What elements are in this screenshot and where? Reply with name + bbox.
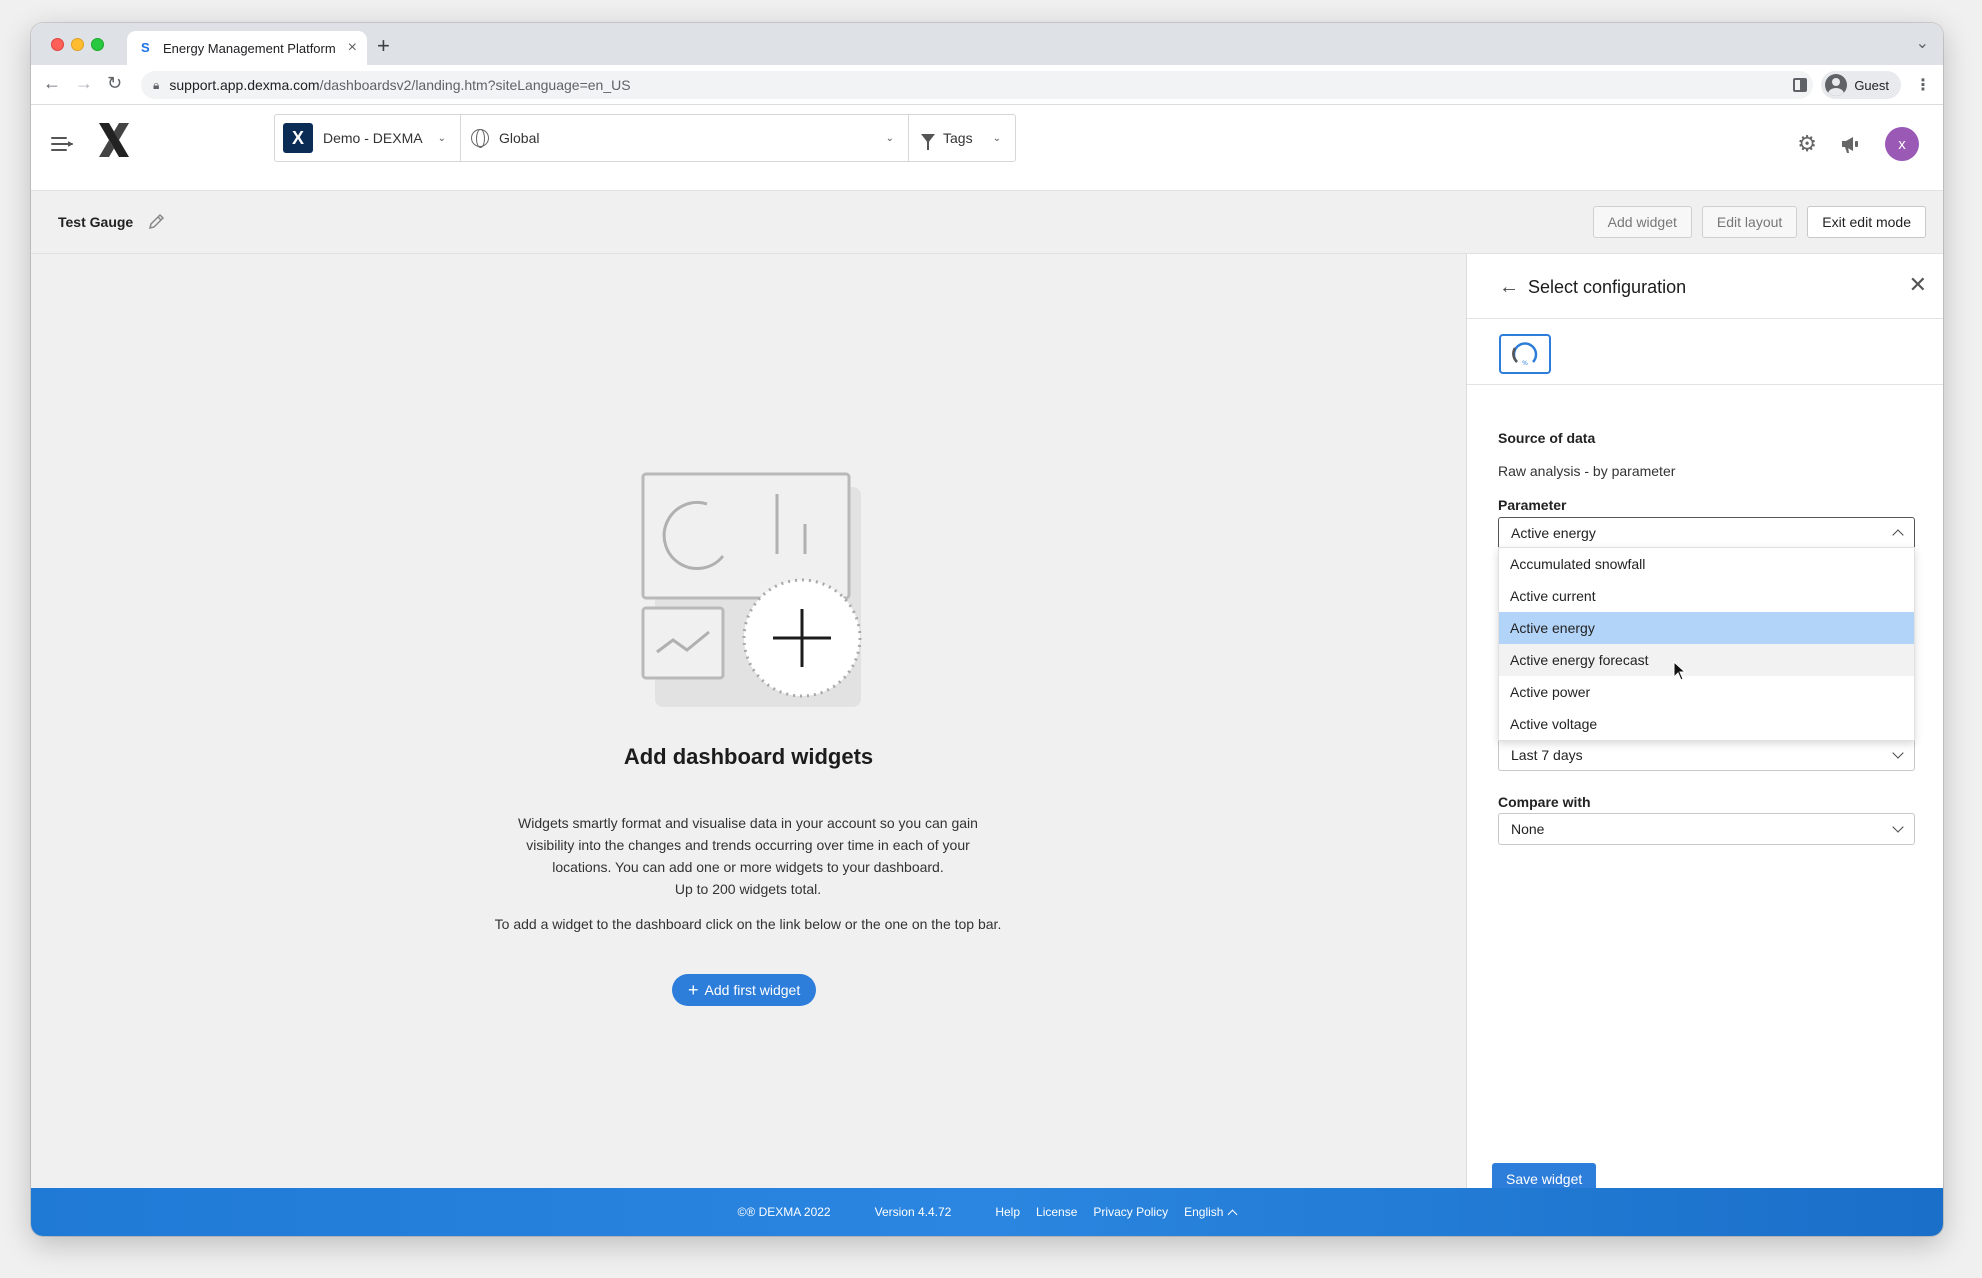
gauge-icon: % [1512,342,1538,367]
parameter-option-selected[interactable]: Active energy [1499,612,1914,644]
browser-toolbar: ← → ↻ 🔒︎ support.app.dexma.com/dashboard… [31,65,1943,105]
globe-icon [471,129,489,148]
chevron-down-icon: ⌄ [992,132,1001,144]
maximize-window-button[interactable] [91,38,104,51]
tags-filter[interactable]: Tags ⌄ [909,115,1015,161]
empty-state-instructions: To add a widget to the dashboard click o… [494,916,1002,932]
dashboard-toolbar: Test Gauge Add widget Edit layout Exit e… [31,191,1943,254]
browser-menu-icon[interactable]: ⋮ [1915,75,1931,95]
parameter-option[interactable]: Accumulated snowfall [1499,548,1914,580]
profile-button[interactable]: Guest [1821,71,1901,99]
parameter-label: Parameter [1498,497,1567,513]
add-widgets-illustration [641,472,862,707]
browser-tab[interactable]: S Energy Management Platform × [127,31,367,65]
chevron-down-icon: ⌄ [437,132,446,144]
privacy-policy-link[interactable]: Privacy Policy [1093,1205,1168,1219]
close-window-button[interactable] [51,38,64,51]
close-tab-icon[interactable]: × [348,39,357,57]
empty-state-description: Widgets smartly format and visualise dat… [498,812,998,900]
pencil-icon[interactable] [147,211,167,231]
back-arrow-icon[interactable]: ← [1499,276,1519,299]
chevron-down-icon: ⌄ [885,132,894,144]
svg-text:%: % [1522,360,1528,367]
widget-limit-text: Up to 200 widgets total. [674,881,822,897]
plus-icon: + [688,980,699,1000]
empty-state-title: Add dashboard widgets [623,744,874,769]
url-text: support.app.dexma.com/dashboardsv2/landi… [169,77,631,93]
period-select-value: Last 7 days [1511,747,1583,763]
browser-window: S Energy Management Platform × + ⌄ ← → ↻… [31,23,1943,1236]
menu-toggle-icon[interactable] [51,135,73,153]
chevron-down-icon [1892,821,1904,833]
license-link[interactable]: License [1036,1205,1077,1219]
context-selector: X Demo - DEXMA ⌄ Global ⌄ Tags ⌄ [274,114,1016,162]
profile-name: Guest [1854,77,1889,93]
parameter-select[interactable]: Active energy [1498,517,1915,549]
app-footer: ©® DEXMA 2022 Version 4.4.72 Help Licens… [31,1188,1943,1236]
exit-edit-mode-button[interactable]: Exit edit mode [1807,206,1926,238]
browser-tab-title: Energy Management Platform [163,40,336,56]
address-bar[interactable]: 🔒︎ support.app.dexma.com/dashboardsv2/la… [141,71,1813,99]
parameter-option[interactable]: Active energy forecast [1499,644,1914,676]
compare-with-value: None [1511,821,1545,837]
back-arrow-icon[interactable]: ← [43,73,61,94]
language-selector[interactable]: English [1184,1205,1238,1219]
parameter-select-value: Active energy [1511,525,1596,541]
org-logo-icon: X [283,123,313,153]
org-selector[interactable]: X Demo - DEXMA ⌄ [275,115,461,161]
side-panel-icon[interactable] [1793,78,1808,92]
compare-with-label: Compare with [1498,794,1591,810]
tab-search-chevron-icon[interactable]: ⌄ [1916,33,1929,53]
edit-layout-button[interactable]: Edit layout [1701,206,1798,238]
help-link[interactable]: Help [995,1205,1020,1219]
filter-icon [921,133,935,150]
dashboard-title: Test Gauge [58,214,134,230]
dexma-favicon-icon: S [141,40,150,55]
tags-label: Tags [943,130,973,146]
compare-with-select[interactable]: None [1498,813,1915,845]
source-of-data-label: Source of data [1498,430,1596,446]
source-of-data-value: Raw analysis - by parameter [1498,463,1676,479]
location-selector[interactable]: Global ⌄ [461,115,909,161]
lock-icon: 🔒︎ [153,77,160,92]
close-icon[interactable]: ✕ [1909,272,1927,298]
reload-icon[interactable]: ↻ [107,73,122,94]
dashboard-canvas: Add dashboard widgets Widgets smartly fo… [31,254,1466,1210]
chevron-down-icon [1892,747,1904,759]
add-first-widget-button[interactable]: + Add first widget [672,974,817,1006]
app-header: X Demo - DEXMA ⌄ Global ⌄ Tags ⌄ ⚙ x [31,105,1943,191]
parameter-dropdown-list: Accumulated snowfall Active current Acti… [1498,547,1915,741]
chevron-up-icon [1892,529,1904,541]
add-widget-button[interactable]: Add widget [1592,206,1692,238]
panel-header: ← Select configuration ✕ [1467,254,1943,319]
minimize-window-button[interactable] [71,38,84,51]
forward-arrow-icon[interactable]: → [75,73,93,94]
guest-avatar-icon [1825,74,1848,96]
panel-title: Select configuration [1528,277,1687,297]
new-tab-icon[interactable]: + [377,33,390,59]
widget-configuration-panel: ← Select configuration ✕ % Source of dat… [1466,254,1943,1210]
parameter-option[interactable]: Active power [1499,676,1914,708]
browser-tab-strip: S Energy Management Platform × + ⌄ [31,23,1943,65]
location-name: Global [499,130,540,146]
period-select[interactable]: Last 7 days [1498,739,1915,771]
megaphone-icon[interactable] [1839,132,1863,156]
chevron-up-icon [1228,1209,1238,1219]
gauge-widget-tile[interactable]: % [1499,334,1551,374]
copyright-text: ©® DEXMA 2022 [737,1205,831,1219]
parameter-option[interactable]: Active voltage [1499,708,1914,740]
gear-icon[interactable]: ⚙ [1797,131,1817,157]
org-name: Demo - DEXMA [323,130,423,146]
widget-type-row: % [1467,319,1943,385]
dexma-logo[interactable] [95,121,133,159]
parameter-option[interactable]: Active current [1499,580,1914,612]
mouse-cursor-icon [1673,661,1687,681]
version-text: Version 4.4.72 [874,1205,952,1219]
user-avatar[interactable]: x [1885,127,1919,161]
